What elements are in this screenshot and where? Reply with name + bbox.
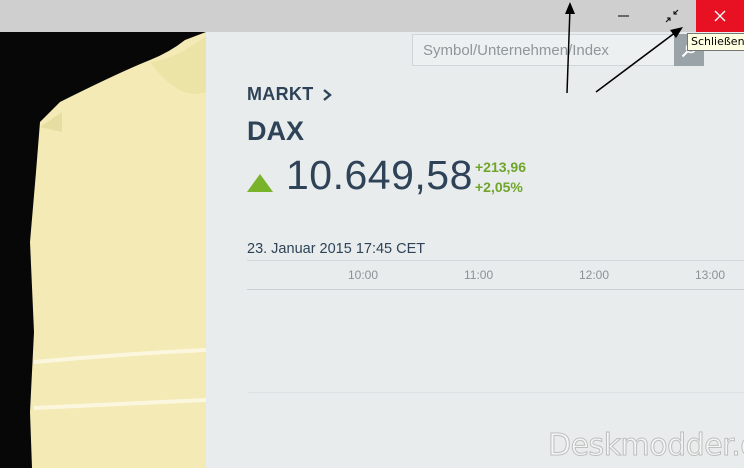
index-name: DAX: [247, 116, 305, 146]
change-percent: +2,05%: [475, 179, 523, 195]
breadcrumb[interactable]: MARKT: [247, 84, 332, 105]
index-price: 10.649,58: [286, 152, 473, 198]
hero-image: [0, 32, 206, 468]
restore-button[interactable]: [648, 0, 696, 32]
chevron-right-icon: [322, 88, 332, 101]
close-button[interactable]: [696, 0, 744, 32]
breadcrumb-label: MARKT: [247, 84, 314, 104]
search-input[interactable]: Symbol/Unternehmen/Index: [423, 42, 609, 59]
chart-axis-line: [247, 289, 744, 290]
close-icon: [714, 10, 726, 22]
chart-tick: 10:00: [348, 268, 379, 282]
chart-tick: 13:00: [695, 268, 726, 282]
title-bar: [0, 0, 744, 32]
chart-tick: 11:00: [464, 268, 494, 282]
chart-top-line: [247, 260, 744, 261]
main-panel: MARKT DAX 10.649,58 +213,96 +2,05% 23. J…: [206, 32, 744, 468]
watermark: Deskmodder.de: [548, 428, 744, 464]
restore-icon: [665, 9, 679, 23]
search-box[interactable]: Symbol/Unternehmen/Index: [412, 34, 704, 66]
chart-tick: 12:00: [579, 268, 610, 282]
change-absolute: +213,96: [475, 159, 526, 175]
triangle-up-icon: [247, 174, 273, 192]
close-tooltip: Schließen: [687, 33, 744, 51]
chart-date: 23. Januar 2015 17:45 CET: [247, 241, 426, 257]
minimize-icon: [618, 15, 629, 17]
minimize-button[interactable]: [600, 0, 648, 32]
chart-grid-line: [247, 392, 744, 393]
